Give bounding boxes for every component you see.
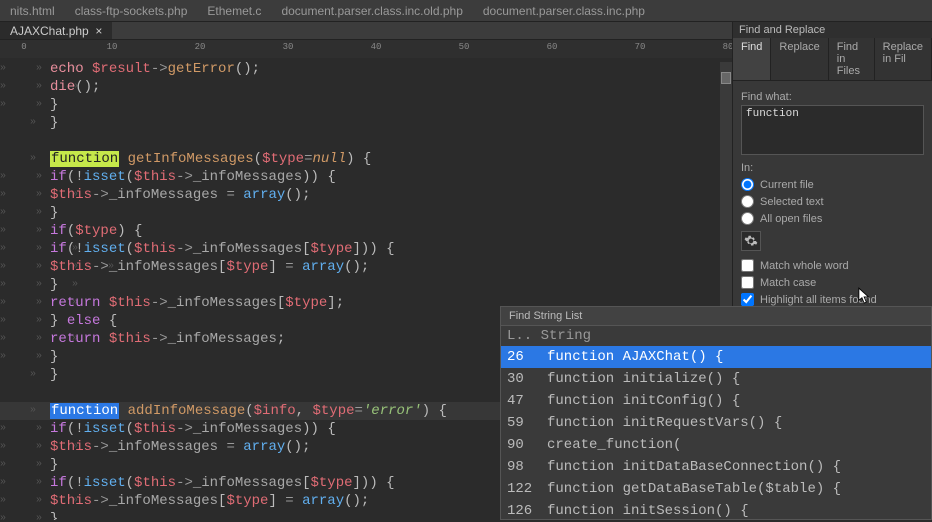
find-result-row[interactable]: 98 function initDataBaseConnection() { [501,456,931,478]
find-list-title: Find String List [501,307,931,326]
code-line[interactable]: »} [0,114,732,132]
file-tab[interactable]: nits.html [0,0,65,21]
scope-all-open-files[interactable]: All open files [741,210,924,227]
code-line[interactable]: » » »if(!isset($this->_infoMessages[$typ… [0,240,732,258]
find-result-row[interactable]: 59 function initRequestVars() { [501,412,931,434]
scrollbar-thumb[interactable] [721,72,731,84]
code-line[interactable]: » »if(!isset($this->_infoMessages)) { [0,168,732,186]
file-tab-bar: nits.html class-ftp-sockets.php Ethemet.… [0,0,932,22]
file-tab[interactable]: document.parser.class.inc.php [473,0,655,21]
find-string-list-panel: Find String List L.. String 26 function … [500,306,932,520]
opt-match-case[interactable]: Match case [741,274,924,291]
gear-icon[interactable] [741,231,761,251]
find-input[interactable]: function [741,105,924,155]
find-result-row[interactable]: 90 create_function( [501,434,931,456]
tab-find-in-files[interactable]: Find in Files [829,38,875,80]
code-line[interactable]: » »} [0,96,732,114]
code-line[interactable]: » »} [0,204,732,222]
code-line[interactable]: » » »echo $result->getError(); [0,60,732,78]
find-result-row[interactable]: 47 function initConfig() { [501,390,931,412]
opt-match-whole-word[interactable]: Match whole word [741,257,924,274]
tab-replace-in-files[interactable]: Replace in Fil [875,38,932,80]
find-what-label: Find what: [741,91,924,103]
find-result-row[interactable]: 30 function initialize() { [501,368,931,390]
scope-selected-text[interactable]: Selected text [741,193,924,210]
tab-replace[interactable]: Replace [771,38,828,80]
code-line[interactable] [0,132,732,150]
code-line[interactable]: »function getInfoMessages($type=null) { [0,150,732,168]
file-tab[interactable]: document.parser.class.inc.old.php [271,0,472,21]
close-tab-icon[interactable]: × [95,24,102,38]
column-ruler: 0 10 20 30 40 50 60 70 80 [0,40,732,58]
find-result-row[interactable]: 122 function getDataBaseTable($table) { [501,478,931,500]
code-line[interactable]: » » »} [0,276,732,294]
tab-find[interactable]: Find [733,38,771,80]
code-line[interactable]: » »if($type) { [0,222,732,240]
file-tab[interactable]: Ethemet.c [197,0,271,21]
code-line[interactable]: » » »$this->_infoMessages = array(); [0,186,732,204]
code-line[interactable]: » » »die(); [0,78,732,96]
find-result-row[interactable]: 26 function AJAXChat() { [501,346,931,368]
panel-title: Find and Replace [733,22,932,38]
file-tab[interactable]: class-ftp-sockets.php [65,0,198,21]
find-list-header: L.. String [501,326,931,346]
find-result-row[interactable]: 126 function initSession() { [501,500,931,522]
scope-current-file[interactable]: Current file [741,176,924,193]
code-line[interactable]: » » » »$this->_infoMessages[$type] = arr… [0,258,732,276]
active-file-tab[interactable]: AJAXChat.php × [0,22,112,39]
in-label: In: [741,162,924,174]
